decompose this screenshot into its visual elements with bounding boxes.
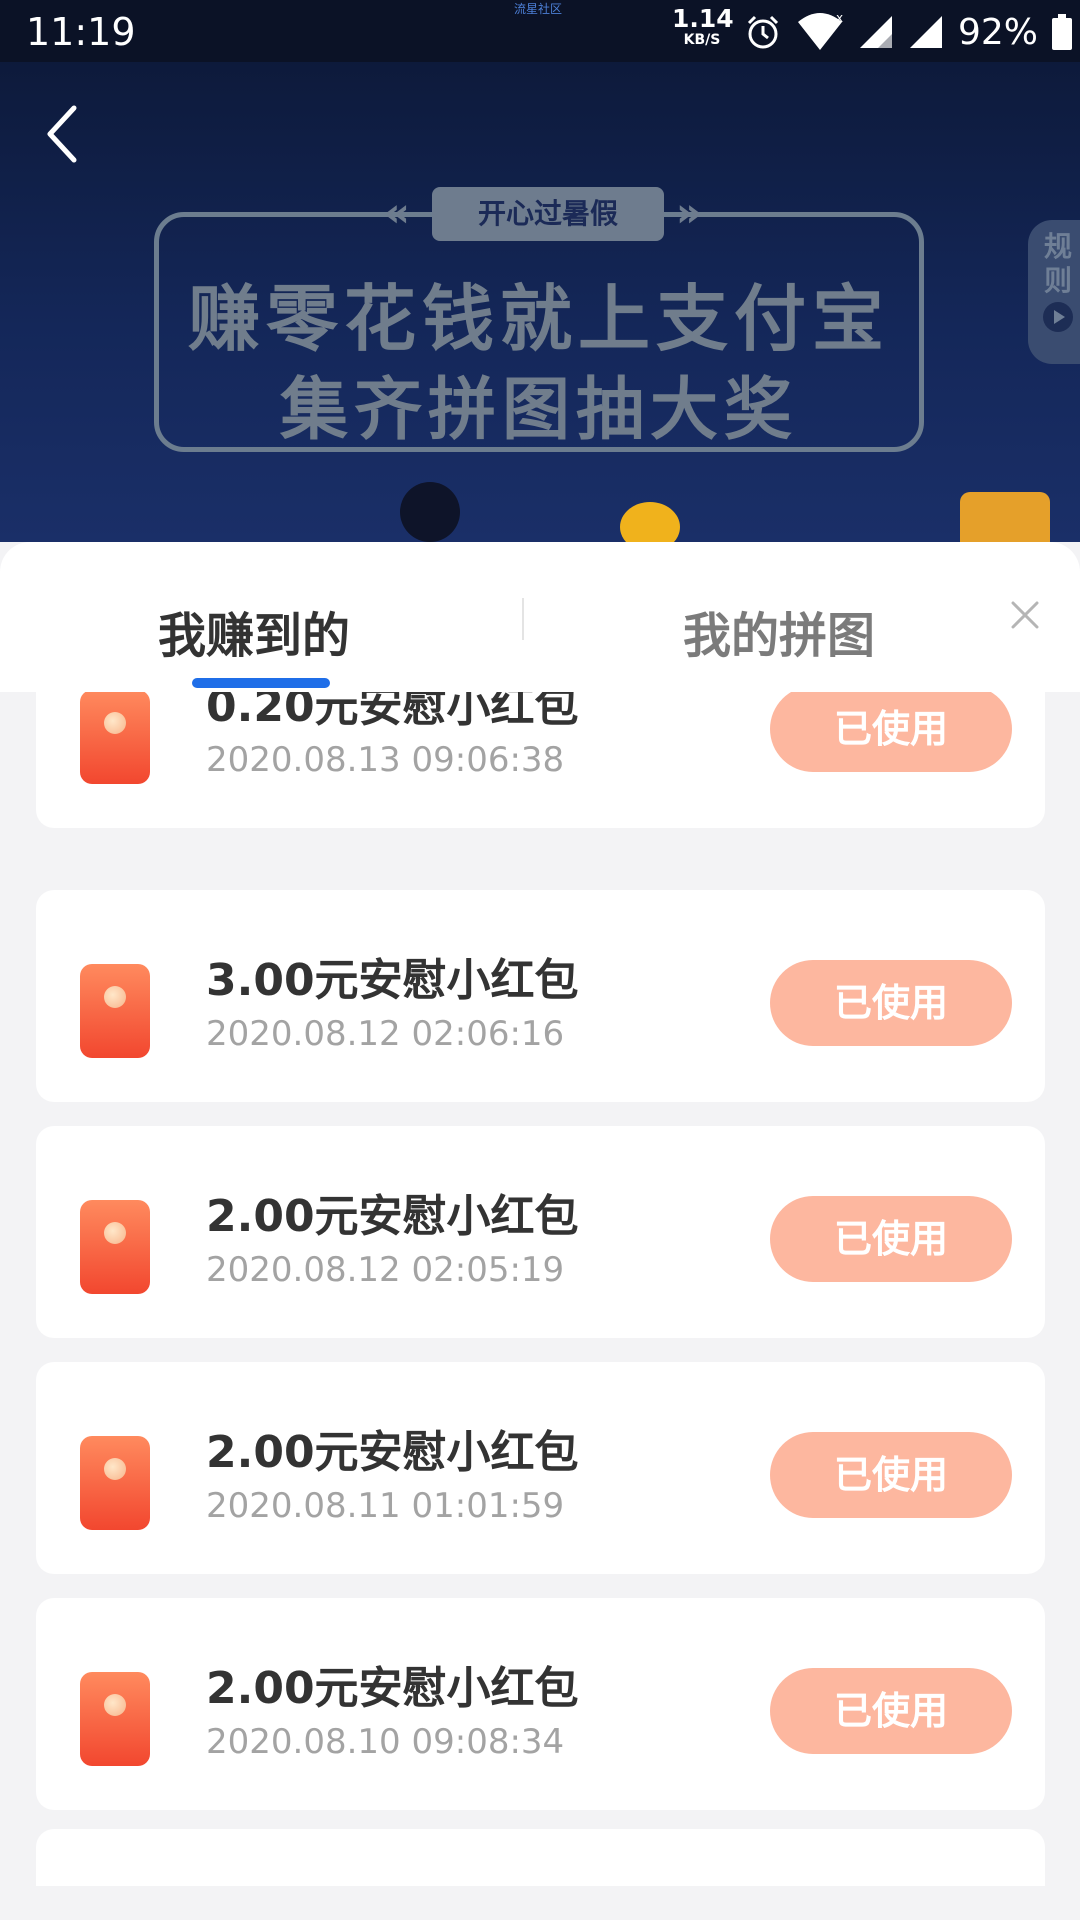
item-date: 2020.08.11 01:01:59 <box>206 1486 565 1526</box>
list-item: 2.00元安慰小红包 2020.08.11 01:01:59 已使用 <box>36 1362 1045 1574</box>
network-rate: 1.14 KB/S <box>672 4 734 48</box>
banner-subheadline: 集齐拼图抽大奖 <box>279 371 798 450</box>
battery-icon <box>1052 14 1073 50</box>
back-arrow-icon[interactable] <box>36 98 88 170</box>
gift-box-image <box>960 492 1050 542</box>
svg-text:x: x <box>836 12 843 25</box>
status-time: 11:19 <box>26 10 136 54</box>
item-date: 2020.08.12 02:06:16 <box>206 1014 565 1054</box>
status-icons: x 92% <box>744 11 1073 53</box>
status-bar: 11:19 流星社区 1.14 KB/S x 92% <box>0 0 1080 62</box>
red-envelope-icon <box>80 964 150 1058</box>
list-item: 0.20元安慰小红包 2020.08.13 09:06:38 已使用 <box>36 692 1045 828</box>
list-item: 2.00元安慰小红包 2020.08.12 02:05:19 已使用 <box>36 1126 1045 1338</box>
red-envelope-icon <box>80 1672 150 1766</box>
list-item: 3.00元安慰小红包 2020.08.12 02:06:16 已使用 <box>36 890 1045 1102</box>
network-rate-unit: KB/S <box>683 32 721 48</box>
decor-shape <box>620 502 680 542</box>
bottom-edge <box>0 1886 1080 1920</box>
item-date: 2020.08.13 09:06:38 <box>206 740 565 780</box>
list-item: 2.00元安慰小红包 2020.08.10 09:08:34 已使用 <box>36 1598 1045 1810</box>
tab-puzzle[interactable]: 我的拼图 <box>683 596 875 666</box>
red-envelope-icon <box>80 1436 150 1530</box>
chevron-left-icon: « <box>384 190 410 236</box>
decor-shape <box>400 482 460 542</box>
wifi-icon: x <box>798 12 843 50</box>
reward-list: 0.20元安慰小红包 2020.08.13 09:06:38 已使用 3.00元… <box>0 692 1080 1920</box>
item-title: 3.00元安慰小红包 <box>206 955 579 1006</box>
used-status-button[interactable]: 已使用 <box>770 692 1012 772</box>
signal-icon <box>910 16 942 48</box>
promo-banner: « 开心过暑假 » 赚零花钱就上支付宝 集齐拼图抽大奖 规则 <box>0 62 1080 542</box>
item-title: 2.00元安慰小红包 <box>206 1191 579 1242</box>
tab-divider <box>522 598 524 640</box>
used-status-button[interactable]: 已使用 <box>770 1432 1012 1518</box>
item-date: 2020.08.12 02:05:19 <box>206 1250 565 1290</box>
used-status-button[interactable]: 已使用 <box>770 960 1012 1046</box>
rules-button[interactable]: 规则 <box>1028 220 1080 364</box>
item-title: 0.20元安慰小红包 <box>206 692 579 732</box>
signal-icon <box>860 16 892 48</box>
network-rate-value: 1.14 <box>672 4 734 33</box>
alarm-icon <box>747 15 779 49</box>
play-icon <box>1043 302 1073 332</box>
tab-earned[interactable]: 我赚到的 <box>158 596 350 666</box>
red-envelope-icon <box>80 1200 150 1294</box>
item-date: 2020.08.10 09:08:34 <box>206 1722 565 1762</box>
watermark-text: 流星社区 <box>514 2 563 16</box>
used-status-button[interactable]: 已使用 <box>770 1196 1012 1282</box>
sheet-header: 我赚到的 我的拼图 <box>0 542 1080 692</box>
active-tab-indicator <box>192 678 330 688</box>
item-title: 2.00元安慰小红包 <box>206 1663 579 1714</box>
red-envelope-icon <box>80 692 150 784</box>
banner-tag: 开心过暑假 <box>432 187 664 241</box>
used-status-button[interactable]: 已使用 <box>770 1668 1012 1754</box>
battery-percent: 92% <box>958 11 1039 53</box>
item-title: 2.00元安慰小红包 <box>206 1427 579 1478</box>
close-icon[interactable] <box>1010 600 1040 630</box>
chevron-right-icon: » <box>676 190 702 236</box>
banner-headline: 赚零花钱就上支付宝 <box>187 277 890 361</box>
rules-label: 规则 <box>1043 230 1072 297</box>
